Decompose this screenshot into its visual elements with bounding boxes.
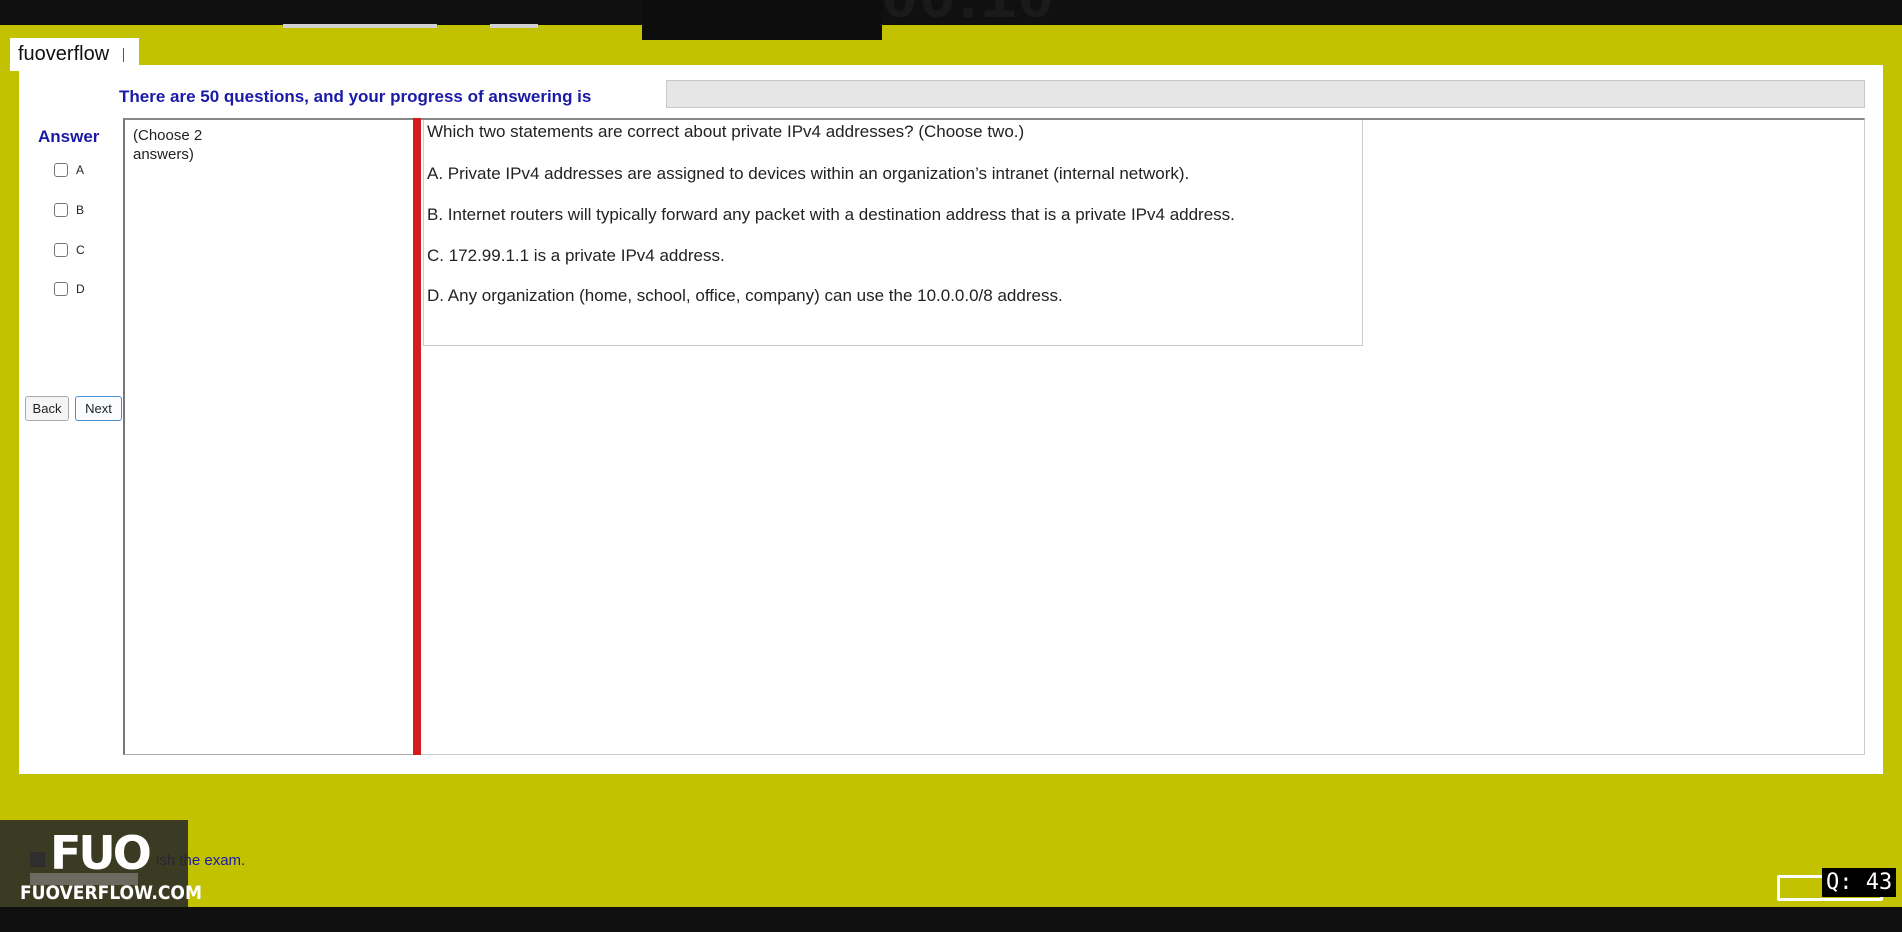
answer-option-a[interactable]: A bbox=[54, 161, 84, 179]
answer-label: Answer bbox=[38, 127, 100, 146]
exam-timer: 00:10 bbox=[882, 0, 1056, 30]
checkbox-c[interactable] bbox=[54, 243, 68, 257]
top-bar: 00:10 bbox=[0, 0, 1902, 40]
watermark-logo: FUO FUOVERFLOW.COM bbox=[0, 820, 202, 907]
progress-bar bbox=[666, 80, 1865, 108]
bottom-bar bbox=[0, 907, 1902, 932]
progress-text: There are 50 questions, and your progres… bbox=[119, 87, 592, 106]
divider-red-bar bbox=[413, 118, 421, 755]
question-box bbox=[423, 120, 1363, 346]
user-name: fuoverflow bbox=[18, 43, 110, 65]
next-button[interactable]: Next bbox=[75, 396, 122, 421]
checkbox-a[interactable] bbox=[54, 163, 68, 177]
checkbox-d[interactable] bbox=[54, 282, 68, 296]
choose-hint-panel bbox=[123, 118, 413, 755]
option-b-label: B bbox=[76, 203, 85, 217]
top-black-block bbox=[642, 0, 882, 40]
answer-option-b[interactable]: B bbox=[54, 201, 84, 219]
top-control-small[interactable] bbox=[490, 24, 538, 28]
text-cursor bbox=[123, 47, 125, 62]
question-choice-b: B. Internet routers will typically forwa… bbox=[427, 205, 1235, 224]
question-choice-c: C. 172.99.1.1 is a private IPv4 address. bbox=[427, 246, 725, 265]
answer-option-d[interactable]: D bbox=[54, 280, 85, 298]
checkbox-b[interactable] bbox=[54, 203, 68, 217]
option-c-label: C bbox=[76, 243, 85, 257]
choose-hint: (Choose 2 answers) bbox=[133, 127, 203, 163]
question-choice-a: A. Private IPv4 addresses are assigned t… bbox=[427, 164, 1190, 183]
logo-mark: FUO bbox=[50, 826, 152, 880]
option-a-label: A bbox=[76, 163, 85, 177]
top-control-left[interactable] bbox=[283, 24, 437, 28]
back-button[interactable]: Back bbox=[25, 396, 69, 421]
logo-site: FUOVERFLOW.COM bbox=[20, 882, 202, 904]
question-counter: Q: 43 bbox=[1822, 868, 1897, 897]
option-d-label: D bbox=[76, 282, 85, 296]
answer-option-c[interactable]: C bbox=[54, 241, 85, 259]
question-stem: Which two statements are correct about p… bbox=[427, 122, 1025, 141]
question-choice-d: D. Any organization (home, school, offic… bbox=[427, 286, 1063, 305]
